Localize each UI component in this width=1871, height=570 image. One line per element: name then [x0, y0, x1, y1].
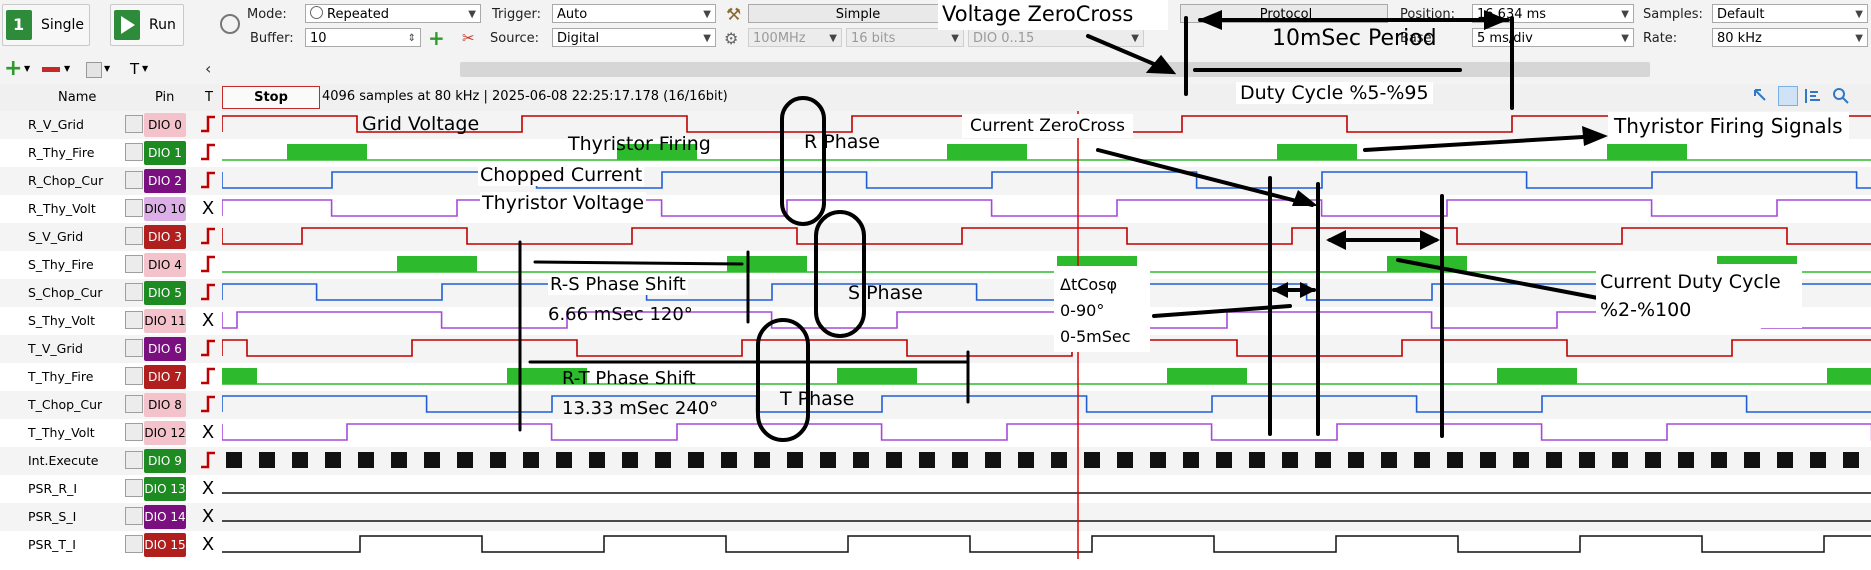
arrowhead-icon: [1198, 10, 1222, 30]
t-phase-note: T Phase: [780, 388, 855, 410]
cosphi-note: ΔtCosφ 0-90° 0-5mSec: [1054, 266, 1150, 352]
arrowhead-icon: [1582, 126, 1608, 146]
rs-bracket-top: [533, 260, 744, 266]
r-phase-note: R Phase: [804, 131, 880, 153]
arrowhead-icon: [1326, 230, 1346, 250]
rs-shift-line1: R-S Phase Shift: [548, 274, 688, 295]
thyristor-firing-note: Thyristor Firing: [568, 133, 711, 155]
arrowhead-icon: [1300, 282, 1316, 298]
chopped-current-note: Chopped Current: [478, 164, 645, 186]
annotation-overlay: [518, 10, 1608, 442]
rt-shift-line1: R-T Phase Shift: [562, 368, 696, 389]
period-note: 10mSec Period: [1272, 26, 1437, 51]
thyristor-voltage-note: Thyristor Voltage: [480, 192, 647, 214]
arrowhead-icon: [1145, 54, 1177, 75]
firing-signals-arrow: [1363, 134, 1602, 152]
arrowhead-icon: [1292, 190, 1318, 206]
current-zerocross-arrow: [1096, 148, 1314, 207]
rs-shift-line2: 6.66 mSec 120°: [548, 304, 693, 325]
arrowhead-icon: [1484, 10, 1508, 30]
current-duty-line2: %2-%100: [1600, 299, 1692, 321]
duty-cycle-note: Duty Cycle %5-%95: [1236, 82, 1433, 104]
t-phase-oval: [756, 318, 810, 442]
rt-shift-line2: 13.33 mSec 240°: [562, 398, 719, 419]
voltage-zerocross-note: Voltage ZeroCross: [938, 0, 1168, 30]
current-duty-pointer: [1396, 258, 1600, 300]
cosphi-line1: ΔtCosφ: [1060, 275, 1118, 294]
current-zerocross-note: Current ZeroCross: [962, 114, 1133, 138]
s-phase-oval: [814, 210, 866, 338]
r-phase-oval: [780, 96, 826, 226]
cosphi-line3: 0-5mSec: [1060, 327, 1131, 346]
current-duty-line1: Current Duty Cycle: [1600, 271, 1781, 293]
s-phase-note: S Phase: [848, 282, 923, 304]
thyristor-firing-signals-note: Thyristor Firing Signals: [1608, 112, 1849, 140]
grid-voltage-note: Grid Voltage: [362, 113, 480, 135]
cosphi-line2: 0-90°: [1060, 301, 1105, 320]
arrowhead-icon: [1272, 282, 1288, 298]
arrowhead-icon: [1420, 230, 1440, 250]
current-duty-note: Current Duty Cycle %2-%100: [1596, 264, 1802, 328]
